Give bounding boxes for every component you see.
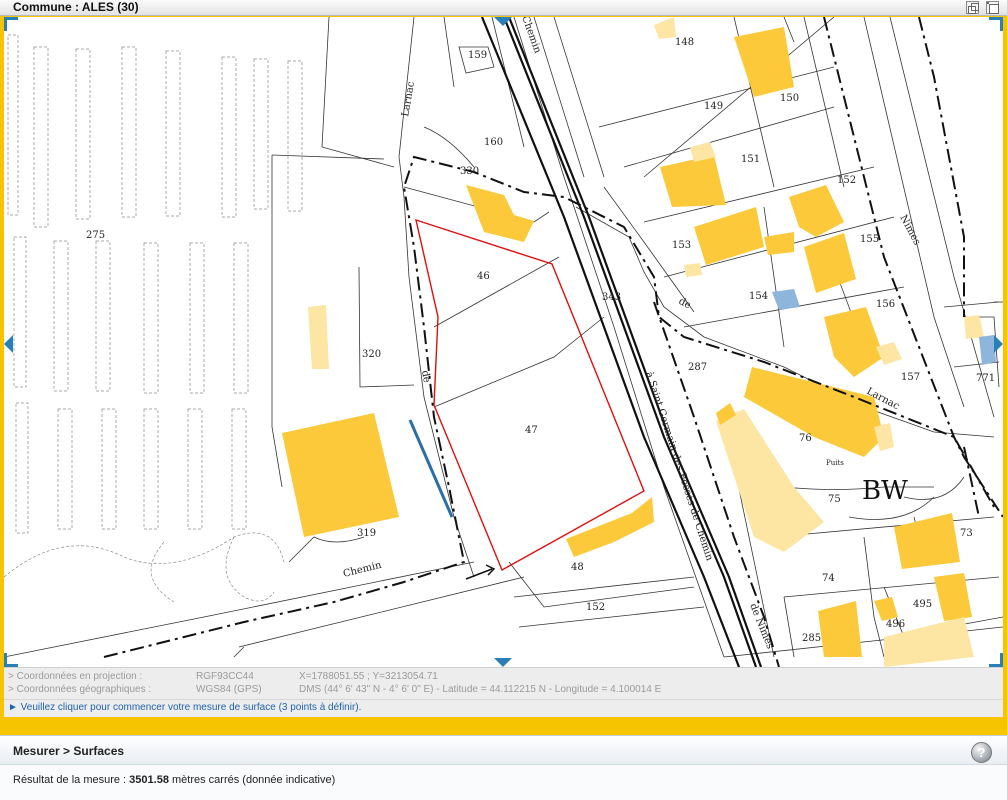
pan-down-icon[interactable]	[494, 658, 512, 667]
result-prefix: Résultat de la mesure :	[13, 774, 130, 786]
parcel-152: 152	[837, 175, 856, 186]
cadastre-window: Commune : ALES (30) 148 149 150 151 152 …	[0, 0, 1007, 800]
parcel-152b: 152	[586, 602, 605, 613]
parcel-319: 319	[357, 528, 376, 539]
window-title: Commune : ALES (30)	[13, 0, 139, 14]
cadastral-map[interactable]: 148 149 150 151 152 153 154 155 156 157 …	[4, 17, 1003, 667]
parcel-47: 47	[525, 425, 538, 436]
restore-window-icon[interactable]	[966, 1, 979, 14]
result-suffix: mètres carrés (donnée indicative)	[168, 774, 336, 786]
result-value: 3501.58	[129, 774, 169, 786]
parcel-74: 74	[822, 573, 835, 584]
parcel-330: 330	[460, 166, 479, 177]
parking-lot	[4, 34, 303, 603]
corner-marker-bl	[4, 653, 18, 667]
parcel-75: 75	[828, 494, 841, 505]
parcel-343: 343	[602, 292, 621, 303]
buildings	[282, 17, 996, 667]
parcel-151: 151	[741, 154, 760, 165]
geographic-value: DMS (44° 6' 43" N - 4° 6' 0" E) - Latitu…	[299, 684, 662, 695]
street-puits: Puits	[826, 459, 844, 467]
projection-label: > Coordonnées en projection :	[8, 671, 143, 682]
projection-value: X=1788051.55 ; Y=3213054.71	[299, 671, 438, 682]
parcel-157: 157	[901, 372, 920, 383]
title-bar: Commune : ALES (30)	[0, 0, 1007, 16]
geographic-row: > Coordonnées géographiques : WGS84 (GPS…	[8, 684, 998, 696]
parcel-73: 73	[960, 528, 973, 539]
parcel-495: 495	[913, 599, 932, 610]
parcel-48: 48	[571, 562, 584, 573]
parcel-160: 160	[484, 137, 503, 148]
projection-row: > Coordonnées en projection : RGF93CC44 …	[8, 671, 998, 683]
street-nimes: Nîmes	[897, 213, 922, 247]
corner-marker-tr	[989, 17, 1003, 31]
parcel-76: 76	[799, 433, 812, 444]
section-label: BW	[862, 476, 908, 506]
parcel-149: 149	[704, 101, 723, 112]
coordinates-panel: > Coordonnées en projection : RGF93CC44 …	[4, 667, 1003, 717]
parcel-150: 150	[780, 93, 799, 104]
parcel-155: 155	[860, 234, 879, 245]
parcel-771: 771	[976, 373, 995, 384]
maximize-window-icon[interactable]	[986, 1, 999, 14]
parcel-285: 285	[802, 633, 821, 644]
parcel-496: 496	[886, 619, 905, 630]
projection-system: RGF93CC44	[196, 671, 254, 682]
parcel-159: 159	[468, 50, 487, 61]
street-chemin-1: Chemin	[342, 560, 383, 580]
geographic-label: > Coordonnées géographiques :	[8, 684, 152, 695]
measure-panel-title: Mesurer > Surfaces	[13, 744, 125, 758]
street-de-1: de	[419, 370, 432, 384]
parcel-287: 287	[688, 362, 707, 373]
street-larnac-1: Larnac	[400, 80, 417, 117]
main-road	[480, 17, 763, 667]
pan-up-icon[interactable]	[494, 17, 512, 26]
measure-instruction-link[interactable]: ► Veuillez cliquer pour commencer votre …	[8, 702, 361, 713]
help-icon[interactable]: ?	[971, 742, 992, 763]
parcel-148: 148	[675, 37, 694, 48]
parcel-153: 153	[672, 240, 691, 251]
measure-result: Résultat de la mesure : 3501.58 mètres c…	[13, 774, 335, 786]
parcel-275: 275	[86, 230, 105, 241]
parcel-156: 156	[876, 299, 895, 310]
parcel-46: 46	[477, 271, 490, 282]
divider	[4, 699, 1003, 700]
street-de-2: de	[677, 296, 693, 312]
pan-left-icon[interactable]	[4, 335, 13, 353]
measure-panel: Mesurer > Surfaces ? Résultat de la mesu…	[0, 735, 1007, 800]
corner-marker-tl	[4, 17, 18, 31]
parcel-154: 154	[749, 291, 768, 302]
pointer-arrow	[465, 564, 496, 580]
geographic-system: WGS84 (GPS)	[196, 684, 262, 695]
map-canvas[interactable]: 148 149 150 151 152 153 154 155 156 157 …	[4, 17, 1003, 667]
street-saint-germain: à Saint Germain des Fossés de Chemin	[643, 371, 715, 563]
pan-right-icon[interactable]	[994, 335, 1003, 353]
parcel-320: 320	[362, 349, 381, 360]
measure-panel-header: Mesurer > Surfaces ?	[0, 736, 1007, 765]
corner-marker-br	[989, 653, 1003, 667]
